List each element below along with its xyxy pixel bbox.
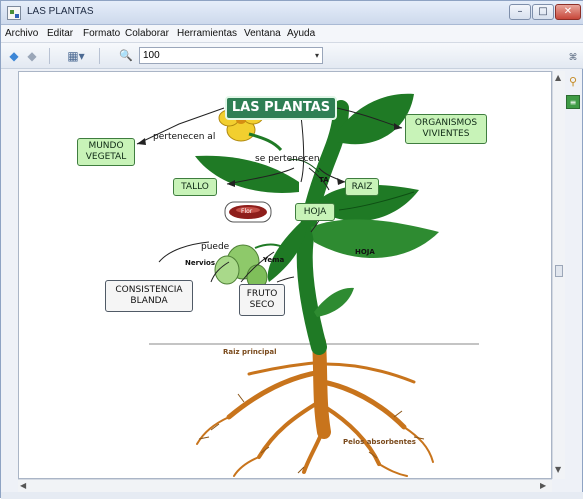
view-mode-icon[interactable]: ▦▾ <box>61 48 91 64</box>
chevron-down-icon[interactable]: ▾ <box>315 48 319 63</box>
diagram-label-hoja: HOJA <box>355 248 375 256</box>
menu-ventana[interactable]: Ventana <box>244 28 281 39</box>
zoom-value: 100 <box>143 50 160 61</box>
toolbar: ◆ ◆ ▦▾ 🔍 100 ▾ <box>1 43 583 69</box>
diagram-label-pelos-absorbentes: Pelos absorbentes <box>343 438 416 446</box>
node-hoja[interactable]: HOJA <box>295 203 335 221</box>
app-icon <box>7 6 21 20</box>
zoom-icon: 🔍 <box>119 49 133 62</box>
forward-arrow-icon[interactable]: ◆ <box>25 48 39 64</box>
menu-ayuda[interactable]: Ayuda <box>287 28 315 39</box>
scroll-left-icon[interactable]: ◀ <box>20 481 26 490</box>
node-fruto-seco[interactable]: FRUTO SECO <box>239 284 285 316</box>
toolbar-divider <box>99 48 100 64</box>
diagram-label-raiz-principal: Raiz principal <box>223 348 277 356</box>
zoom-select[interactable]: 100 ▾ <box>139 47 323 64</box>
scroll-thumb[interactable] <box>555 265 563 277</box>
concept-map-canvas[interactable]: LAS PLANTAS MUNDO VEGETAL ORGANISMOS VIV… <box>18 71 552 479</box>
panel-icon[interactable]: ⌘ <box>566 51 580 65</box>
diagram-label-yema: Yema <box>263 256 285 264</box>
root-system <box>196 335 434 477</box>
title-bar[interactable]: LAS PLANTAS – □ ✕ <box>1 1 583 25</box>
window-title: LAS PLANTAS <box>27 6 94 17</box>
maximize-button[interactable]: □ <box>532 4 554 20</box>
scroll-right-icon[interactable]: ▶ <box>540 481 546 490</box>
node-raiz[interactable]: RAIZ <box>345 178 379 196</box>
node-mundo-vegetal[interactable]: MUNDO VEGETAL <box>77 138 135 166</box>
concept-title-node[interactable]: LAS PLANTAS <box>225 96 337 120</box>
vertical-scrollbar[interactable]: ▲ ▼ <box>552 71 565 479</box>
scroll-down-icon[interactable]: ▼ <box>555 465 561 474</box>
menu-archivo[interactable]: Archivo <box>5 28 38 39</box>
seed-label: Flor <box>241 208 253 215</box>
menu-herramientas[interactable]: Herramientas <box>177 28 237 39</box>
menu-formato[interactable]: Formato <box>83 28 120 39</box>
menu-colaborar[interactable]: Colaborar <box>125 28 169 39</box>
scroll-up-icon[interactable]: ▲ <box>555 73 561 82</box>
horizontal-scrollbar[interactable]: ◀ ▶ <box>18 479 552 492</box>
link-label-ta: TA <box>319 176 329 184</box>
app-window: LAS PLANTAS – □ ✕ Archivo Editar Formato… <box>0 0 583 499</box>
node-consistencia-blanda[interactable]: CONSISTENCIA BLANDA <box>105 280 193 312</box>
toolbar-divider <box>49 48 50 64</box>
link-label-puede: puede <box>201 242 230 252</box>
link-label-se-pertenecen: se pertenecen <box>255 154 320 164</box>
link-icon[interactable]: ⚲ <box>566 75 580 89</box>
node-organismos-vivientes[interactable]: ORGANISMOS VIVIENTES <box>405 114 487 144</box>
link-label-pertenecen-al: pertenecen al <box>153 132 216 142</box>
close-button[interactable]: ✕ <box>555 4 581 20</box>
menu-editar[interactable]: Editar <box>47 28 73 39</box>
minimize-button[interactable]: – <box>509 4 531 20</box>
back-arrow-icon[interactable]: ◆ <box>7 48 21 64</box>
diagram-label-nervios: Nervios <box>185 259 215 267</box>
node-tallo[interactable]: TALLO <box>173 178 217 196</box>
document-icon[interactable]: ≡ <box>566 95 580 109</box>
menu-bar: Archivo Editar Formato Colaborar Herrami… <box>1 25 583 43</box>
